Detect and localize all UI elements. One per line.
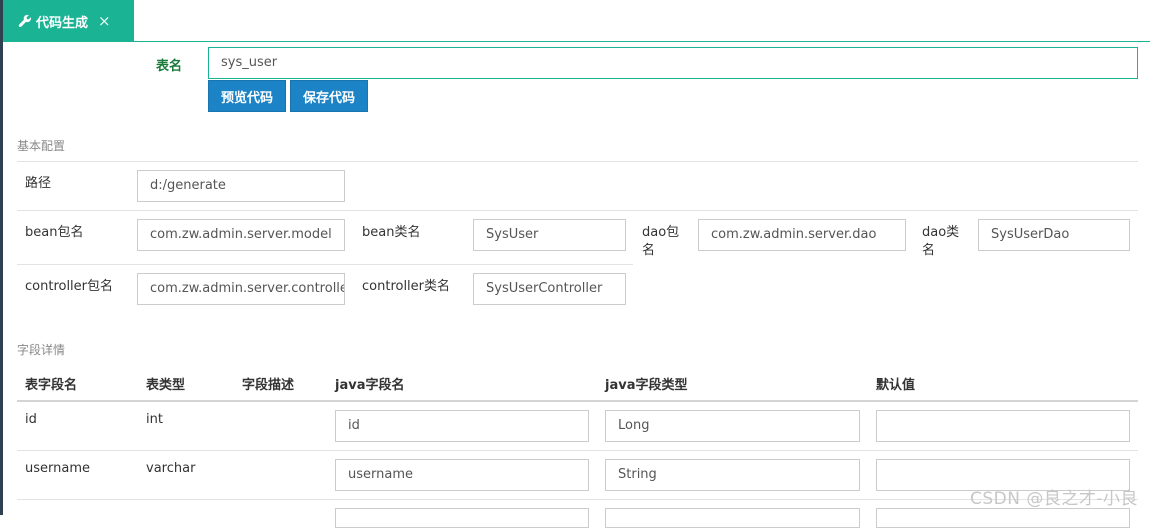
- path-input[interactable]: d:/generate: [137, 170, 345, 202]
- save-code-button[interactable]: 保存代码: [290, 80, 368, 112]
- cell-column-name: username: [25, 461, 90, 476]
- java-name-input[interactable]: id: [335, 410, 589, 442]
- table-name-label: 表名: [156, 59, 183, 74]
- java-name-input[interactable]: username: [335, 459, 589, 491]
- default-value-input[interactable]: [876, 410, 1130, 442]
- controller-package-label: controller包名: [25, 279, 114, 294]
- bean-class-label: bean类名: [362, 225, 421, 240]
- basic-config-title: 基本配置: [17, 139, 66, 153]
- dao-package-input[interactable]: com.zw.admin.server.dao: [698, 219, 906, 251]
- bean-package-input[interactable]: com.zw.admin.server.model: [137, 219, 345, 251]
- field-details-title: 字段详情: [17, 343, 66, 357]
- path-label: 路径: [25, 176, 52, 191]
- bean-package-label: bean包名: [25, 225, 84, 240]
- divider: [17, 161, 1138, 162]
- divider: [17, 264, 633, 265]
- bean-class-input[interactable]: SysUser: [473, 219, 626, 251]
- tab-code-generate[interactable]: 代码生成 ×: [3, 0, 134, 42]
- preview-code-button[interactable]: 预览代码: [208, 80, 286, 112]
- sidebar-edge: [0, 0, 3, 515]
- dao-class-input[interactable]: SysUserDao: [978, 219, 1130, 251]
- close-icon[interactable]: ×: [98, 12, 111, 30]
- controller-class-label: controller类名: [362, 279, 451, 294]
- java-type-input[interactable]: String: [605, 459, 860, 491]
- tab-bar: 代码生成 ×: [3, 0, 1150, 42]
- cell-column-type: varchar: [146, 461, 196, 476]
- wrench-icon: [18, 14, 32, 28]
- cell-column-name: id: [25, 412, 37, 427]
- divider: [17, 450, 1138, 451]
- default-value-input[interactable]: [876, 508, 1130, 528]
- dao-class-label-line2: 名: [922, 243, 936, 258]
- watermark: CSDN @良之才-小良: [969, 489, 1138, 509]
- controller-class-input[interactable]: SysUserController: [473, 273, 626, 305]
- dao-class-label-line1: dao类: [922, 225, 960, 240]
- divider: [17, 210, 1138, 211]
- dao-package-label-line1: dao包: [642, 225, 680, 240]
- dao-package-label-line2: 名: [642, 243, 656, 258]
- header-column-type: 表类型: [146, 378, 186, 393]
- cell-column-type: int: [146, 412, 163, 427]
- java-name-input[interactable]: [335, 508, 589, 528]
- header-description: 字段描述: [242, 378, 295, 393]
- table-header-divider: [17, 400, 1138, 402]
- controller-package-input[interactable]: com.zw.admin.server.controller: [137, 273, 345, 305]
- header-java-type: java字段类型: [605, 378, 688, 393]
- header-column-name: 表字段名: [25, 378, 78, 393]
- header-java-name: java字段名: [335, 378, 405, 393]
- java-type-input[interactable]: [605, 508, 860, 528]
- java-type-input[interactable]: Long: [605, 410, 860, 442]
- table-name-input[interactable]: sys_user: [208, 47, 1138, 79]
- header-default-value: 默认值: [876, 378, 916, 393]
- tab-label: 代码生成: [36, 15, 89, 31]
